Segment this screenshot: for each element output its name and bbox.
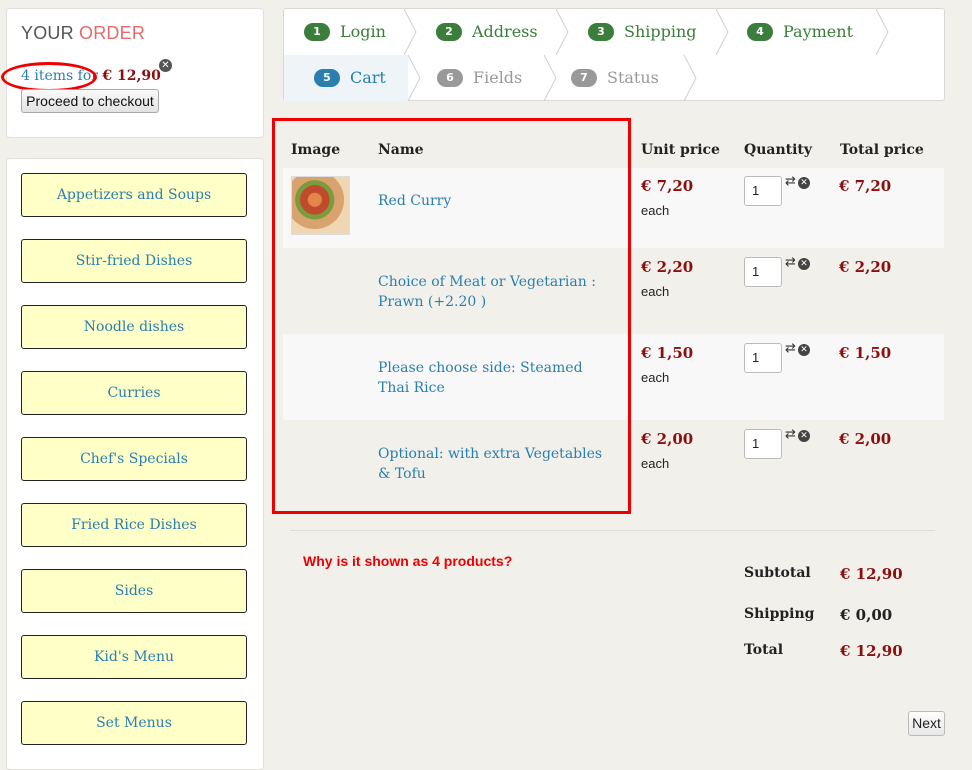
next-button[interactable]: Next	[908, 711, 945, 736]
step-address[interactable]: 2 Address	[406, 9, 556, 55]
unit-price: € 2,20	[641, 258, 694, 276]
category-appetizers-button[interactable]: Appetizers and Soups	[21, 173, 247, 217]
refresh-icon[interactable]: ⇄	[785, 341, 796, 356]
line-total: € 2,20	[839, 258, 892, 276]
quantity-input[interactable]: 1	[744, 176, 782, 206]
table-row: Red Curry € 7,20 each 1 ⇄ ✕ € 7,20	[283, 168, 944, 248]
unit-price: € 7,20	[641, 177, 694, 195]
proceed-to-checkout-button[interactable]: Proceed to checkout	[21, 89, 159, 113]
refresh-icon[interactable]: ⇄	[785, 174, 796, 189]
product-name-link[interactable]: Optional: with extra Vegetables & Tofu	[378, 444, 618, 484]
order-summary-panel: YOUR ORDER 4 items for € 12,90 ✕ Proceed…	[1, 8, 264, 138]
step-fields[interactable]: 6 Fields	[410, 55, 544, 101]
unit-price: € 2,00	[641, 430, 694, 448]
step-cart[interactable]: 5 Cart	[284, 55, 408, 101]
product-name-link[interactable]: Choice of Meat or Vegetarian : Prawn (+2…	[378, 272, 618, 312]
line-total: € 2,00	[839, 430, 892, 448]
step-label: Fields	[473, 68, 523, 87]
table-row: Choice of Meat or Vegetarian : Prawn (+2…	[283, 248, 944, 334]
category-chefs-specials-button[interactable]: Chef's Specials	[21, 437, 247, 481]
remove-item-icon[interactable]: ✕	[798, 344, 810, 356]
step-number: 3	[588, 22, 614, 41]
product-name-link[interactable]: Please choose side: Steamed Thai Rice	[378, 358, 618, 398]
each-label: each	[641, 203, 670, 218]
close-circle-icon[interactable]: ✕	[159, 59, 172, 72]
step-label: Cart	[350, 68, 386, 87]
table-row: Please choose side: Steamed Thai Rice € …	[283, 334, 944, 420]
unit-price: € 1,50	[641, 344, 694, 362]
category-set-menus-button[interactable]: Set Menus	[21, 701, 247, 745]
category-menu: Appetizers and Soups Stir-fried Dishes N…	[6, 158, 264, 770]
line-total: € 1,50	[839, 344, 892, 362]
step-payment[interactable]: 4 Payment	[718, 9, 878, 55]
table-row: Optional: with extra Vegetables & Tofu €…	[283, 420, 944, 506]
header-quantity: Quantity	[744, 142, 813, 158]
product-name-link[interactable]: Red Curry	[378, 191, 618, 211]
each-label: each	[641, 284, 670, 299]
step-number: 6	[437, 68, 463, 87]
remove-item-icon[interactable]: ✕	[798, 177, 810, 189]
category-noodles-button[interactable]: Noodle dishes	[21, 305, 247, 349]
refresh-icon[interactable]: ⇄	[785, 427, 796, 442]
subtotal-label: Subtotal	[744, 565, 811, 581]
step-number: 1	[304, 22, 330, 41]
step-status[interactable]: 7 Status	[546, 55, 686, 101]
total-value: € 12,90	[840, 642, 903, 660]
order-title: YOUR ORDER	[21, 23, 145, 44]
annotation-question: Why is it shown as 4 products?	[303, 553, 513, 569]
total-label: Total	[744, 642, 784, 658]
header-unit-price: Unit price	[641, 142, 720, 158]
step-number: 4	[747, 22, 773, 41]
step-label: Address	[472, 22, 538, 41]
step-label: Shipping	[624, 22, 697, 41]
divider	[290, 530, 935, 531]
quantity-input[interactable]: 1	[744, 257, 782, 287]
product-thumbnail[interactable]	[291, 176, 350, 235]
order-items-link[interactable]: 4 items for	[21, 68, 98, 84]
line-total: € 7,20	[839, 177, 892, 195]
remove-item-icon[interactable]: ✕	[798, 258, 810, 270]
category-kids-menu-button[interactable]: Kid's Menu	[21, 635, 247, 679]
step-number: 2	[436, 22, 462, 41]
step-label: Status	[607, 68, 659, 87]
remove-item-icon[interactable]: ✕	[798, 430, 810, 442]
shipping-label: Shipping	[744, 606, 815, 622]
category-curries-button[interactable]: Curries	[21, 371, 247, 415]
checkout-steps: 1 Login 2 Address 3 Shipping 4 Payment 5 Cart…	[283, 8, 945, 102]
header-image: Image	[291, 142, 341, 158]
step-label: Login	[340, 22, 386, 41]
order-title-accent: ORDER	[79, 23, 146, 43]
header-total-price: Total price	[840, 142, 924, 158]
quantity-input[interactable]: 1	[744, 343, 782, 373]
category-fried-rice-button[interactable]: Fried Rice Dishes	[21, 503, 247, 547]
refresh-icon[interactable]: ⇄	[785, 255, 796, 270]
order-total: € 12,90	[102, 68, 161, 84]
order-item-summary: 4 items for € 12,90	[21, 68, 161, 84]
step-login[interactable]: 1 Login	[284, 9, 404, 55]
category-stir-fried-button[interactable]: Stir-fried Dishes	[21, 239, 247, 283]
each-label: each	[641, 456, 670, 471]
quantity-input[interactable]: 1	[744, 429, 782, 459]
shipping-value: € 0,00	[840, 606, 893, 624]
each-label: each	[641, 370, 670, 385]
step-label: Payment	[783, 22, 853, 41]
subtotal-value: € 12,90	[840, 565, 903, 583]
header-name: Name	[378, 142, 424, 158]
step-shipping[interactable]: 3 Shipping	[558, 9, 716, 55]
order-title-prefix: YOUR	[21, 23, 74, 43]
category-sides-button[interactable]: Sides	[21, 569, 247, 613]
step-number: 7	[571, 68, 597, 87]
step-number: 5	[314, 68, 340, 87]
